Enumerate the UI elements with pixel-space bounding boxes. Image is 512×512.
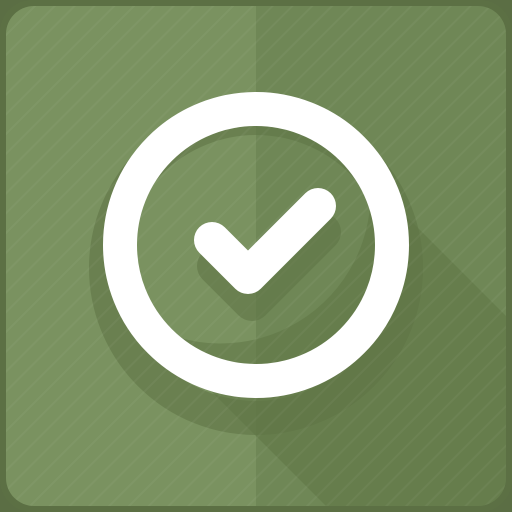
check-circle-icon [0,0,512,512]
icon-canvas [0,0,512,512]
